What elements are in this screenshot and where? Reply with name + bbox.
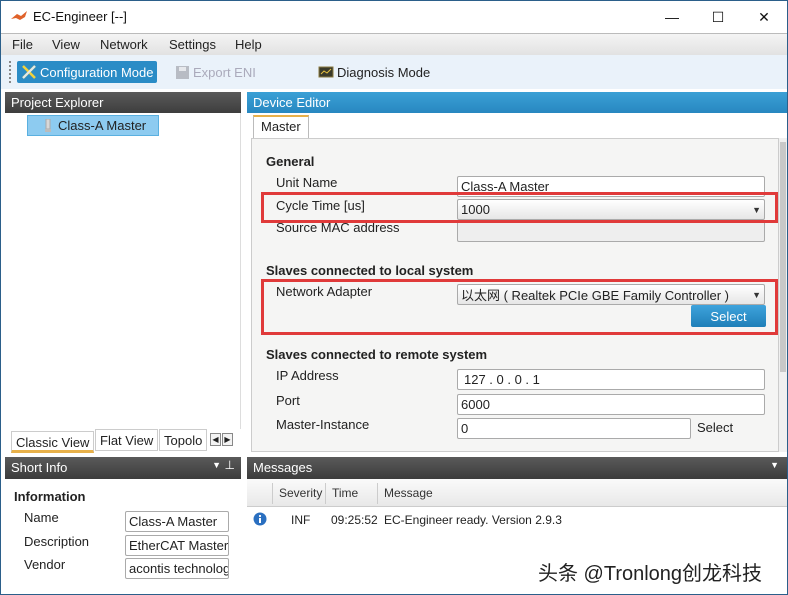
save-icon [176,65,189,79]
master-instance-field[interactable]: 0 [457,418,691,439]
unit-name-label: Unit Name [276,175,338,190]
tabs-scroll-right-button[interactable]: ▶ [222,433,233,446]
ip-address-field[interactable]: 127 . 0 . 0 . 1 [457,369,765,390]
menu-file[interactable]: File [12,37,33,52]
project-explorer-header: Project Explorer [5,92,241,114]
name-label: Name [24,510,59,525]
diagnosis-mode-button[interactable]: Diagnosis Mode [314,61,434,83]
message-text: EC-Engineer ready. Version 2.9.3 [384,513,562,527]
ip-address-label: IP Address [276,368,339,383]
messages-header: Messages ▼ [247,457,787,479]
dropdown-arrow-icon[interactable]: ▼ [770,460,779,470]
scrollbar-thumb[interactable] [780,142,786,372]
info-icon [253,512,267,526]
short-info-header: Short Info ▼ ⊥ [5,457,241,479]
master-instance-label: Master-Instance [276,417,370,432]
menu-view[interactable]: View [52,37,80,52]
description-label: Description [24,534,90,549]
information-heading: Information [14,489,86,504]
device-editor-body: General Unit Name Class-A Master Cycle T… [251,138,779,452]
tree-item-label: Class-A Master [58,118,147,133]
export-eni-button[interactable]: Export ENI [171,61,260,83]
vendor-label: Vendor [24,557,66,572]
port-field[interactable]: 6000 [457,394,765,415]
column-message[interactable]: Message [377,483,677,504]
device-editor-title: Device Editor [253,95,331,110]
app-logo-icon [11,11,27,20]
project-explorer-tree: Class-A Master [5,113,241,453]
short-info-title: Short Info [11,460,68,475]
view-tabs: Classic View Flat View Topolo ◀ ▶ [5,429,241,453]
tab-flat-view[interactable]: Flat View [95,429,159,451]
tree-item-master[interactable]: Class-A Master [27,115,159,136]
source-mac-field[interactable] [457,221,765,242]
menu-settings[interactable]: Settings [169,37,216,52]
toolbar-grip[interactable] [9,61,11,83]
app-window: EC-Engineer [--] — ☐ ✕ File View Network… [0,0,788,595]
maximize-button[interactable]: ☐ [695,1,741,33]
window-title: EC-Engineer [--] [33,9,127,24]
tab-topology-view[interactable]: Topolo [159,429,207,451]
pin-icon[interactable]: ⊥ [225,458,235,472]
message-time: 09:25:52 [331,513,378,527]
tools-icon [22,65,36,79]
dropdown-arrow-icon[interactable]: ▼ [212,460,221,470]
diagnosis-mode-label: Diagnosis Mode [337,64,431,80]
device-editor-header: Device Editor [247,92,787,114]
messages-column-headers: Severity Time Message [247,479,787,507]
close-button[interactable]: ✕ [741,1,787,33]
watermark: 头条 @Tronlong创龙科技 [538,563,763,585]
device-editor-scrollbar[interactable] [779,138,787,452]
export-eni-label: Export ENI [193,64,256,80]
general-heading: General [266,154,315,169]
short-info-panel: Information Name Class-A Master Descript… [5,479,241,594]
vendor-field[interactable]: acontis technolog [125,558,229,579]
messages-title: Messages [253,460,313,475]
name-field[interactable]: Class-A Master [125,511,229,532]
cycle-time-highlight [261,192,778,223]
menu-bar: File View Network Settings Help [1,33,787,55]
message-severity: INF [291,513,311,527]
project-explorer-title: Project Explorer [11,95,104,110]
configuration-mode-label: Configuration Mode [40,64,154,80]
master-device-icon [45,118,51,132]
configuration-mode-button[interactable]: Configuration Mode [17,61,158,83]
menu-network[interactable]: Network [100,37,148,52]
column-severity[interactable]: Severity [272,483,324,504]
local-system-heading: Slaves connected to local system [266,263,474,278]
column-time[interactable]: Time [325,483,377,504]
remote-system-heading: Slaves connected to remote system [266,347,488,362]
message-row[interactable]: INF 09:25:52 EC-Engineer ready. Version … [247,509,787,529]
description-field[interactable]: EtherCAT Master [125,535,229,556]
tabs-scroll-left-button[interactable]: ◀ [210,433,221,446]
network-adapter-highlight [261,279,778,335]
menu-help[interactable]: Help [235,37,262,52]
device-editor-tabs: Master [247,113,787,139]
title-bar: EC-Engineer [--] — ☐ ✕ [1,1,787,33]
tab-master[interactable]: Master [253,115,309,139]
minimize-button[interactable]: — [649,1,695,33]
monitor-icon [318,66,334,77]
select-instance-link[interactable]: Select [697,420,733,435]
tab-classic-view[interactable]: Classic View [11,431,95,453]
port-label: Port [276,393,300,408]
toolbar: Configuration Mode Export ENI Diagnosis … [1,55,787,89]
